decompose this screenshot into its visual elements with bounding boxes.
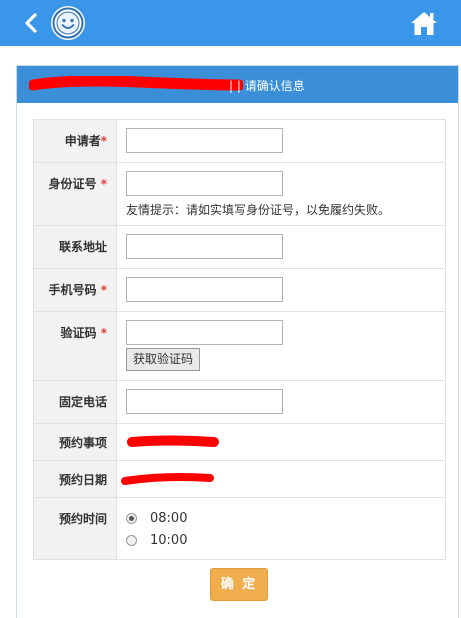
id-number-input[interactable] <box>126 171 283 196</box>
row-verify-code: 验证码 * 获取验证码 <box>33 311 446 381</box>
landline-input[interactable] <box>126 389 283 414</box>
row-id-number: 身份证号 * 友情提示：请如实填写身份证号，以免履约失败。 <box>33 162 446 226</box>
id-number-label: 身份证号 * <box>33 162 117 226</box>
required-mark: * <box>100 177 107 191</box>
smiley-logo-icon <box>51 6 85 40</box>
form-panel: | | 请确认信息 申请者* 身份证号 * 友情提示：请如实填写身份证号，以免履… <box>16 65 459 618</box>
row-appointment-date: 预约日期 <box>33 460 446 498</box>
appointment-time-label: 预约时间 <box>33 497 117 560</box>
time-option-1000[interactable]: 10:00 <box>126 529 445 551</box>
home-icon[interactable] <box>409 9 439 37</box>
mobile-label: 手机号码 * <box>33 268 117 312</box>
verify-code-input[interactable] <box>126 320 283 345</box>
panel-title: | | 请确认信息 <box>229 79 305 93</box>
row-address: 联系地址 <box>33 225 446 269</box>
redacted-appointment-item <box>127 435 219 447</box>
application-form: 申请者* 身份证号 * 友情提示：请如实填写身份证号，以免履约失败。 联系地址 … <box>33 119 446 560</box>
radio-selected-icon[interactable] <box>126 512 137 524</box>
radio-unselected-icon[interactable] <box>126 534 137 546</box>
appointment-item-label: 预约事项 <box>33 423 117 461</box>
address-label: 联系地址 <box>33 225 117 269</box>
top-bar <box>0 0 461 46</box>
confirm-button[interactable]: 确 定 <box>210 568 268 601</box>
id-number-hint: 友情提示：请如实填写身份证号，以免履约失败。 <box>126 203 391 217</box>
row-appointment-time: 预约时间 08:00 10:00 <box>33 497 446 560</box>
row-mobile: 手机号码 * <box>33 268 446 312</box>
landline-label: 固定电话 <box>33 380 117 424</box>
applicant-input[interactable] <box>126 128 283 153</box>
get-verify-code-button[interactable]: 获取验证码 <box>126 348 201 371</box>
chevron-left-icon[interactable] <box>20 10 44 36</box>
row-appointment-item: 预约事项 <box>33 423 446 461</box>
mobile-input[interactable] <box>126 277 283 302</box>
redacted-title-mark <box>29 76 243 91</box>
row-landline: 固定电话 <box>33 380 446 424</box>
time-option-0800[interactable]: 08:00 <box>126 507 445 529</box>
appointment-date-label: 预约日期 <box>33 460 117 498</box>
required-mark: * <box>100 134 107 148</box>
redacted-appointment-date <box>121 473 214 485</box>
panel-header: | | 请确认信息 <box>17 66 458 103</box>
required-mark: * <box>100 283 107 297</box>
required-mark: * <box>100 326 107 340</box>
address-input[interactable] <box>126 234 283 259</box>
verify-code-label: 验证码 * <box>33 311 117 381</box>
row-applicant: 申请者* <box>33 119 446 163</box>
applicant-label: 申请者* <box>33 119 117 163</box>
